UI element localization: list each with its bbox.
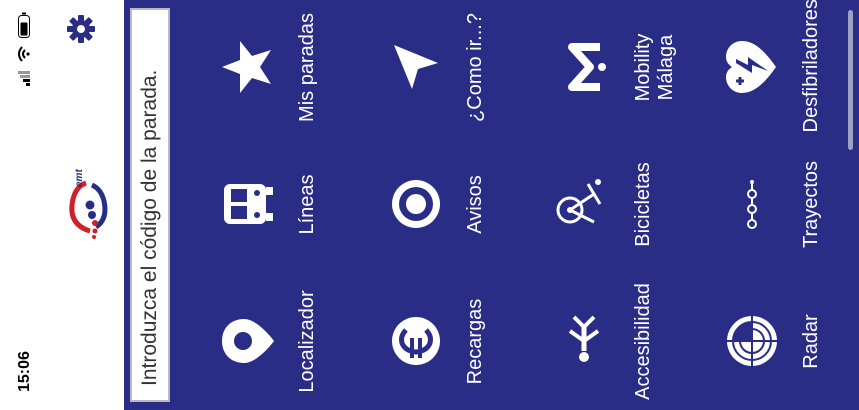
app-screen: 15:06 emt Introduzca el código de la par… — [0, 0, 859, 410]
menu-item-label: Trayectos — [800, 160, 822, 249]
bicycle-icon — [556, 179, 602, 224]
location-pin-icon — [222, 319, 274, 364]
menu-item-lineas[interactable]: Líneas — [178, 136, 346, 273]
signal-icon — [18, 71, 30, 86]
euro-icon — [392, 317, 440, 366]
menu-item-bicicletas[interactable]: Bicicletas — [514, 136, 682, 273]
battery-icon — [18, 12, 30, 38]
bus-icon — [224, 184, 273, 225]
menu-item-accesibilidad[interactable]: Accesibilidad — [514, 273, 682, 410]
menu-item-avisos[interactable]: Avisos — [346, 136, 514, 273]
menu-item-label: ¿Como ir...? — [464, 13, 486, 122]
menu-item-label: Bicicletas — [632, 162, 654, 247]
svg-text:emt: emt — [74, 169, 85, 187]
menu-item-mis-paradas[interactable]: Mis paradas — [178, 0, 346, 136]
menu-item-label: Accesibilidad — [632, 283, 654, 400]
menu-item-label: Líneas — [296, 174, 318, 235]
menu-item-label: Recargas — [464, 298, 486, 385]
menu-item-desfibriladores[interactable]: Desfibriladores — [682, 0, 850, 136]
menu-item-recargas[interactable]: Recargas — [346, 273, 514, 410]
menu-item-localizador[interactable]: Localizador — [178, 273, 346, 410]
menu-item-radar[interactable]: Radar — [682, 273, 850, 410]
settings-gear-icon[interactable] — [66, 14, 96, 44]
route-icon — [747, 180, 757, 230]
menu-item-label: Mobility Málaga — [632, 33, 677, 102]
menu-item-mobility-malaga[interactable]: Mobility Málaga — [514, 0, 682, 136]
menu-item-label: Avisos — [464, 175, 486, 234]
menu-item-como-ir[interactable]: ¿Como ir...? — [346, 0, 514, 136]
menu-grid: Localizador Líneas Mis paradas Recargas … — [178, 0, 859, 410]
stop-code-search-input[interactable]: Introduzca el código de la parada. — [130, 8, 170, 402]
defibrillator-icon — [726, 41, 776, 94]
scrollbar[interactable] — [848, 10, 853, 150]
menu-item-label: Radar — [800, 314, 822, 369]
alert-target-icon — [392, 180, 440, 229]
navigation-arrow-icon — [394, 45, 438, 90]
menu-item-label: Mis paradas — [296, 13, 318, 122]
search-bar-container: Introduzca el código de la parada. — [124, 0, 178, 410]
status-icons — [18, 12, 30, 86]
star-icon — [222, 41, 271, 94]
menu-item-label: Desfibriladores — [800, 0, 822, 133]
status-time: 15:06 — [16, 351, 33, 392]
radar-icon — [727, 316, 777, 367]
menu-item-label: Localizador — [296, 290, 318, 393]
mobility-icon — [568, 43, 606, 92]
app-header: emt — [56, 0, 124, 410]
menu-item-trayectos[interactable]: Trayectos — [682, 136, 850, 273]
emt-logo-icon: emt — [69, 169, 108, 239]
accessibility-icon — [568, 316, 600, 363]
status-bar: 15:06 — [0, 0, 56, 410]
wifi-icon — [18, 46, 30, 62]
